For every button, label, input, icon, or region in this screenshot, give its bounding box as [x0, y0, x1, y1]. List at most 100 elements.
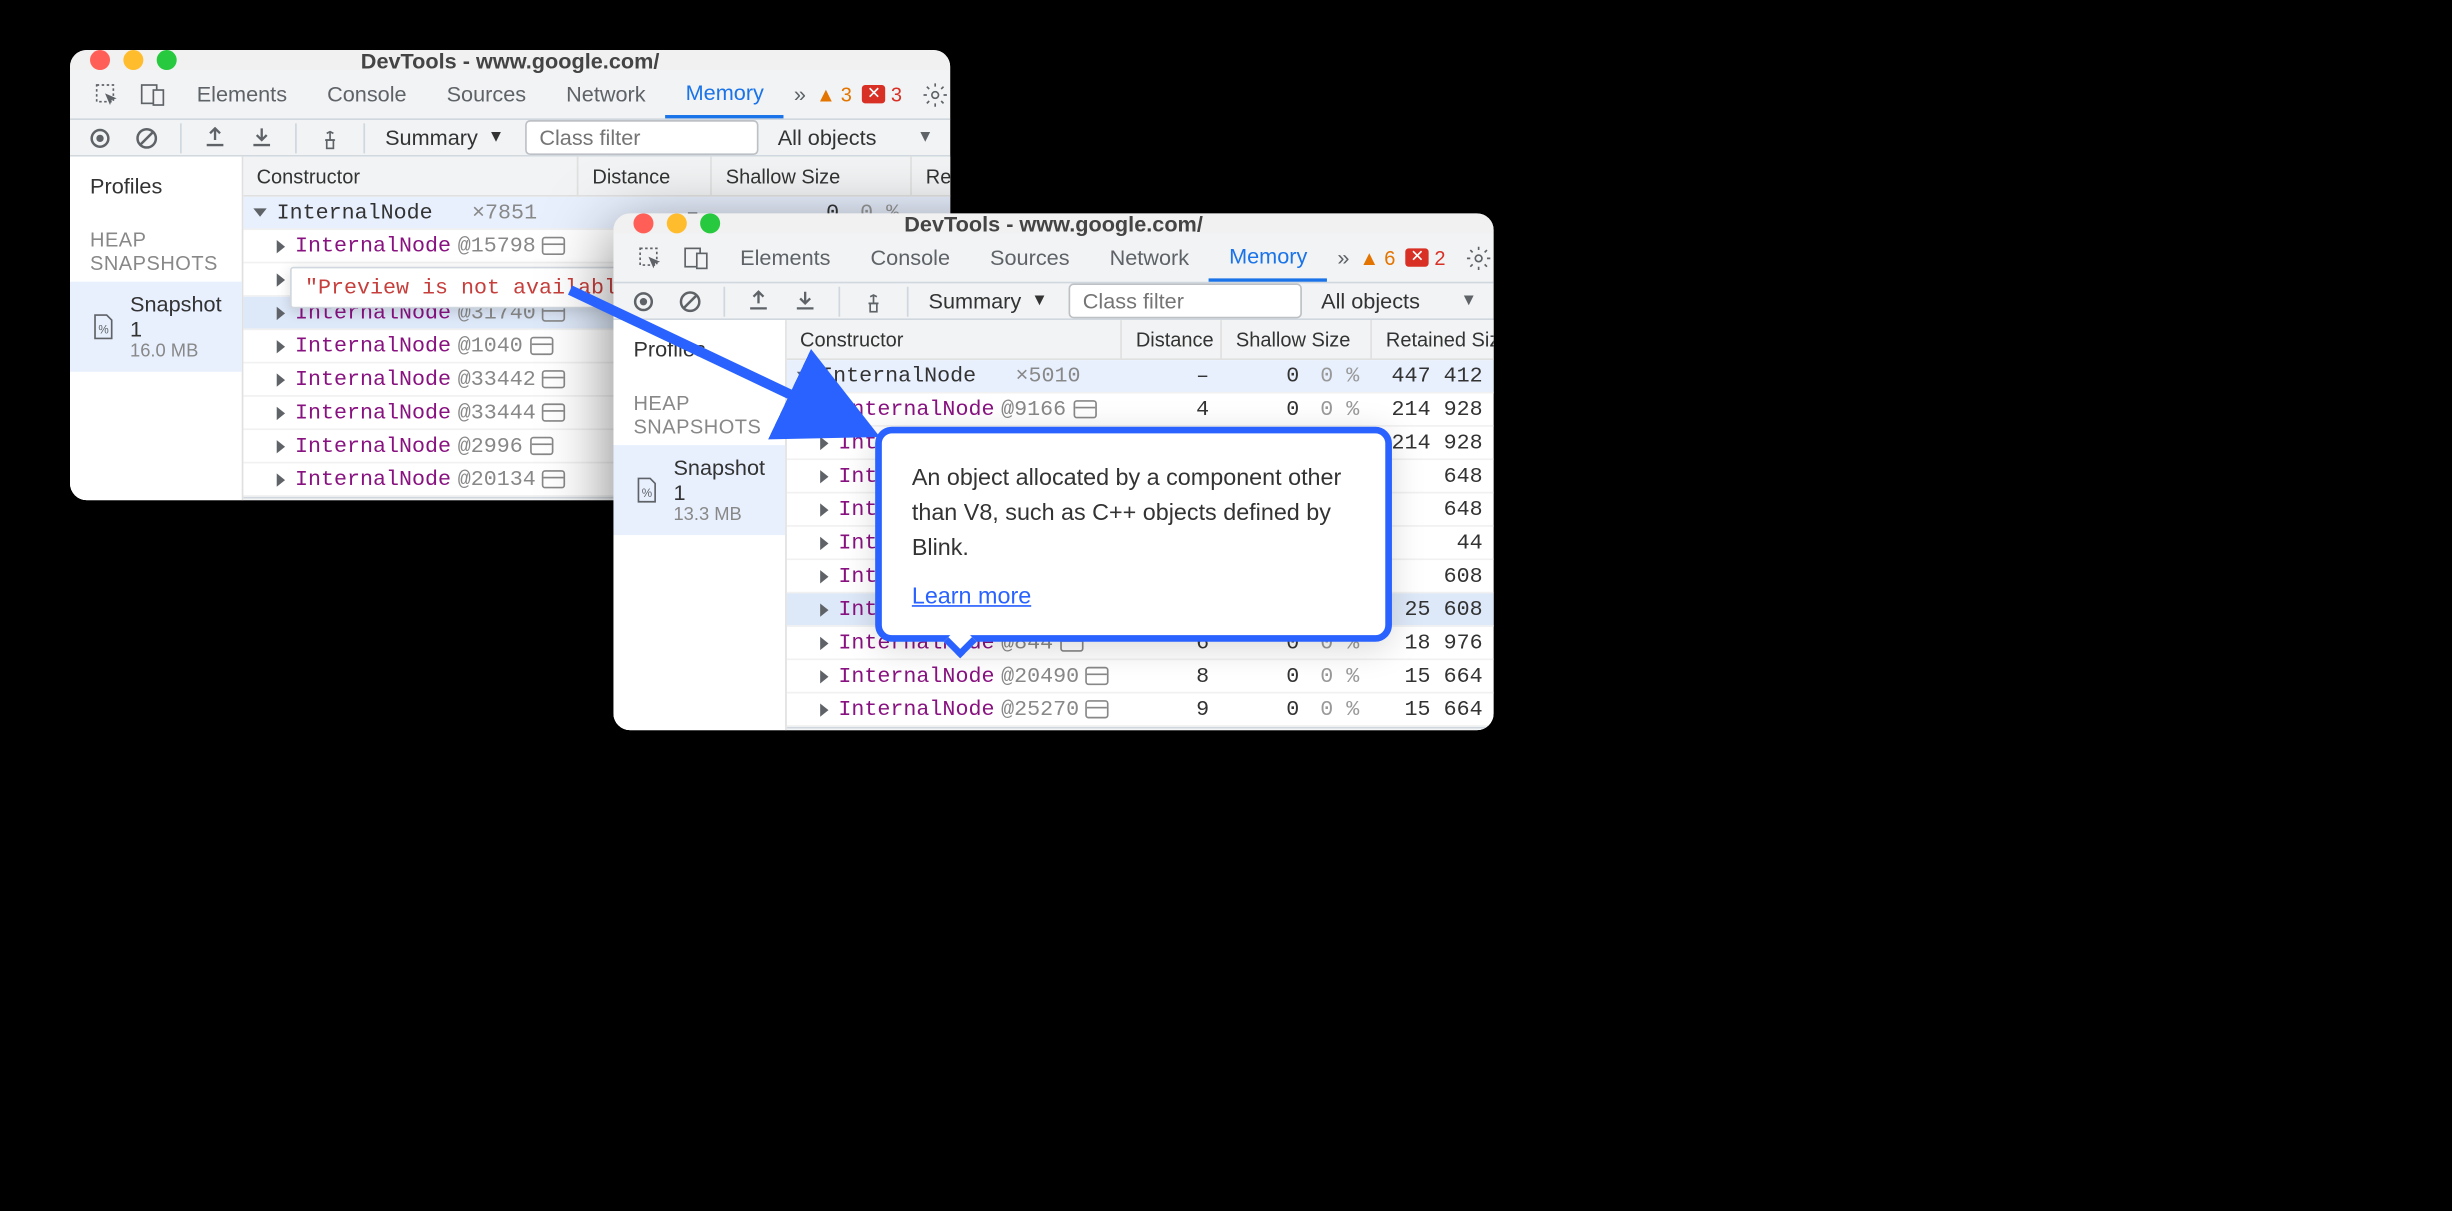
tab-sources[interactable]: Sources [970, 235, 1090, 280]
gear-icon[interactable] [1456, 238, 1494, 278]
object-row[interactable]: InternalNode @9166 400 %214 9282 % [787, 393, 1494, 426]
object-id: @1040 [458, 333, 523, 358]
caret-right-icon [277, 306, 285, 319]
profiles-sidebar: Profiles HEAP SNAPSHOTS % Snapshot 1 16.… [70, 157, 243, 500]
window-title: DevTools - www.google.com/ [70, 50, 950, 73]
object-row[interactable]: InternalNode @25270 900 %15 6640 % [787, 693, 1494, 726]
snapshot-item[interactable]: % Snapshot 1 13.3 MB [613, 445, 785, 535]
col-constructor[interactable]: Constructor [243, 157, 579, 195]
info-popover: An object allocated by a component other… [875, 427, 1392, 642]
element-icon [542, 370, 565, 388]
tab-memory[interactable]: Memory [666, 70, 784, 118]
object-row[interactable]: InternalNode @20490 800 %15 6640 % [787, 660, 1494, 693]
col-distance[interactable]: Distance [1123, 320, 1223, 358]
object-id: @25270 [1001, 697, 1079, 722]
clear-icon[interactable] [677, 288, 704, 315]
element-icon [529, 437, 552, 455]
object-name: InternalNode [838, 397, 994, 422]
profiles-sidebar: Profiles HEAP SNAPSHOTS % Snapshot 1 13.… [613, 320, 786, 730]
object-id: @33444 [458, 400, 536, 425]
sidebar-section: HEAP SNAPSHOTS [613, 378, 785, 445]
tab-console[interactable]: Console [851, 235, 971, 280]
caret-right-icon [820, 669, 828, 682]
col-retained[interactable]: Retained Size ▼ [912, 157, 950, 195]
window-titlebar[interactable]: DevTools - www.google.com/ [70, 50, 950, 70]
caret-right-icon [277, 373, 285, 386]
caret-right-icon [820, 569, 828, 582]
inspect-icon[interactable] [83, 74, 130, 114]
import-icon[interactable] [248, 124, 275, 151]
caret-right-icon [277, 473, 285, 486]
object-name: InternalNode [295, 367, 451, 392]
panel-tabs: Elements Console Sources Network Memory … [70, 70, 950, 120]
element-icon [542, 403, 565, 421]
class-filter-input[interactable] [1068, 283, 1301, 318]
constructor-group-row[interactable]: InternalNode ×5010 – 00 % 447 4123 % [787, 360, 1494, 393]
window-titlebar[interactable]: DevTools - www.google.com/ [613, 213, 1493, 233]
object-name: InternalNode [295, 433, 451, 458]
sidebar-section: HEAP SNAPSHOTS [70, 215, 242, 282]
caret-right-icon [820, 436, 828, 449]
caret-right-icon [277, 439, 285, 452]
table-header: Constructor Distance Shallow Size Retain… [787, 320, 1494, 360]
element-icon [529, 337, 552, 355]
tab-network[interactable]: Network [546, 72, 666, 117]
tab-sources[interactable]: Sources [427, 72, 547, 117]
gc-icon[interactable] [860, 288, 887, 315]
snapshot-size: 16.0 MB [130, 342, 222, 362]
chevron-down-icon[interactable]: ▼ [1460, 292, 1477, 310]
clear-icon[interactable] [133, 124, 160, 151]
popover-text: An object allocated by a component other… [912, 460, 1355, 565]
col-shallow[interactable]: Shallow Size [1223, 320, 1373, 358]
col-retained[interactable]: Retained Size ▼ [1373, 320, 1494, 358]
import-icon[interactable] [792, 288, 819, 315]
device-icon[interactable] [130, 74, 177, 114]
caret-down-icon [797, 372, 810, 380]
record-icon[interactable] [87, 124, 114, 151]
caret-right-icon [820, 703, 828, 716]
snapshot-item[interactable]: % Snapshot 1 16.0 MB [70, 282, 242, 372]
inspect-icon[interactable] [627, 238, 674, 278]
errors-badge[interactable]: ✕ 3 [862, 83, 902, 106]
view-select[interactable]: Summary ▼ [929, 288, 1048, 313]
scope-select[interactable]: All objects [778, 125, 877, 150]
memory-toolbar: Summary ▼ All objects ▼ [613, 283, 1493, 320]
errors-badge[interactable]: ✕ 2 [1405, 246, 1445, 269]
tab-console[interactable]: Console [307, 72, 427, 117]
retainers-pane[interactable]: Retainers [787, 727, 1494, 730]
caret-right-icon [277, 239, 285, 252]
learn-more-link[interactable]: Learn more [912, 582, 1031, 609]
view-select[interactable]: Summary ▼ [385, 125, 504, 150]
gear-icon[interactable] [912, 74, 950, 114]
scope-select[interactable]: All objects [1321, 288, 1420, 313]
export-icon[interactable] [745, 288, 772, 315]
col-constructor[interactable]: Constructor [787, 320, 1123, 358]
more-tabs-icon[interactable]: » [784, 75, 816, 113]
export-icon[interactable] [202, 124, 229, 151]
warnings-badge[interactable]: ▲ 6 [1359, 246, 1395, 269]
object-id: @15798 [458, 233, 536, 258]
svg-text:%: % [642, 487, 652, 500]
col-shallow[interactable]: Shallow Size [712, 157, 912, 195]
col-distance[interactable]: Distance [579, 157, 712, 195]
tab-elements[interactable]: Elements [720, 235, 850, 280]
element-icon [1073, 400, 1096, 418]
object-name: InternalNode [838, 663, 994, 688]
element-icon [542, 470, 565, 488]
caret-right-icon [820, 403, 828, 416]
caret-right-icon [820, 636, 828, 649]
class-filter-input[interactable] [524, 120, 757, 155]
more-tabs-icon[interactable]: » [1327, 238, 1359, 276]
chevron-down-icon[interactable]: ▼ [917, 128, 934, 146]
caret-right-icon [277, 406, 285, 419]
tab-elements[interactable]: Elements [177, 72, 307, 117]
tab-memory[interactable]: Memory [1209, 233, 1327, 281]
sidebar-title: Profiles [70, 157, 242, 215]
device-icon[interactable] [673, 238, 720, 278]
tab-network[interactable]: Network [1090, 235, 1210, 280]
object-name: InternalNode [295, 333, 451, 358]
record-icon[interactable] [630, 288, 657, 315]
gc-icon[interactable] [317, 124, 344, 151]
object-id: @20134 [458, 467, 536, 492]
warnings-badge[interactable]: ▲ 3 [816, 83, 852, 106]
